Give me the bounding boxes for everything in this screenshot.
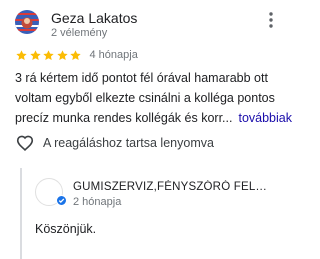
review-date: 4 hónapja [89,49,138,61]
review-line: precíz munka rendes kollégák és korr... t… [15,108,292,128]
review-line-text: precíz munka rendes kollégák és korr... [15,111,233,125]
author-review-count: 2 vélemény [51,27,108,39]
author-name[interactable]: Geza Lakatos [51,9,137,27]
star-icon [43,49,54,60]
star-icon [70,49,81,60]
like-button[interactable]: A reagáláshoz tartsa lenyomva [16,134,214,152]
verified-icon [56,195,67,206]
heart-outline-icon [16,135,34,151]
rating-row: 4 hónapja [15,48,138,62]
star-icon [29,49,41,60]
review-text: 3 rá kértem idő pontot fél órával hamara… [15,68,292,128]
more-vert-icon [269,12,273,28]
star-rating [15,49,83,62]
star-icon [56,49,68,60]
review-card: Geza Lakatos 2 vélemény 4 hónapja 3 rá k… [0,0,300,259]
review-line: 3 rá kértem idő pontot fél órával hamara… [15,71,268,85]
owner-reply-text: Köszönjük. [35,222,97,236]
star-icon [16,49,27,60]
like-label: A reagáláshoz tartsa lenyomva [43,136,214,150]
owner-reply-date: 2 hónapja [73,196,122,208]
reply-divider [20,168,22,259]
author-avatar[interactable] [15,10,39,34]
review-line: voltam egyből elkezte csinálni a kolléga… [15,91,275,105]
more-options-button[interactable] [260,6,282,34]
owner-name[interactable]: GUMISZERVIZ,FÉNYSZÓRÓ FEL… [73,180,288,194]
more-link[interactable]: továbbiak [238,111,292,125]
